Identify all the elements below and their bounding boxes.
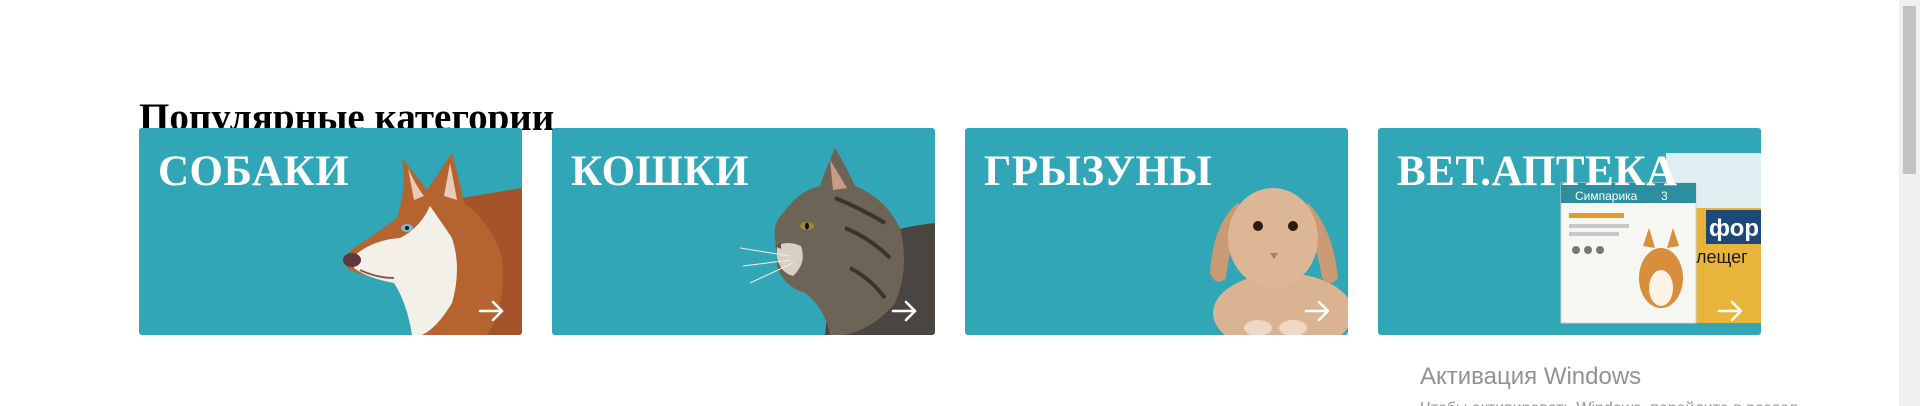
arrow-right-icon bbox=[1717, 300, 1743, 322]
watermark-subtitle: Чтобы активировать Windows, перейдите в … bbox=[1420, 398, 1798, 406]
box2-brand: фор bbox=[1709, 215, 1759, 242]
category-label: КОШКИ bbox=[571, 148, 749, 195]
category-label: ГРЫЗУНЫ bbox=[984, 148, 1213, 195]
page: Популярные категории СОБАКИ КОШКИ ГРЫЗУН… bbox=[0, 0, 1920, 406]
box2-sub: лещег bbox=[1696, 247, 1748, 267]
scrollbar-thumb[interactable] bbox=[1903, 6, 1916, 174]
arrow-right-icon bbox=[478, 300, 504, 322]
arrow-right-icon bbox=[1304, 300, 1330, 322]
category-card-rodents[interactable]: ГРЫЗУНЫ bbox=[965, 128, 1348, 335]
windows-activation-watermark: Активация Windows Чтобы активировать Win… bbox=[1420, 362, 1798, 406]
category-card-dogs[interactable]: СОБАКИ bbox=[139, 128, 522, 335]
arrow-right-icon bbox=[891, 300, 917, 322]
category-card-cats[interactable]: КОШКИ bbox=[552, 128, 935, 335]
watermark-title: Активация Windows bbox=[1420, 363, 1642, 390]
vertical-scrollbar[interactable] bbox=[1899, 0, 1920, 406]
category-label: СОБАКИ bbox=[158, 148, 350, 195]
category-card-vet-pharmacy[interactable]: фор лещег Симпарика 3 ВЕТ.АПТЕКА bbox=[1378, 128, 1761, 335]
category-label: ВЕТ.АПТЕКА bbox=[1397, 148, 1678, 195]
